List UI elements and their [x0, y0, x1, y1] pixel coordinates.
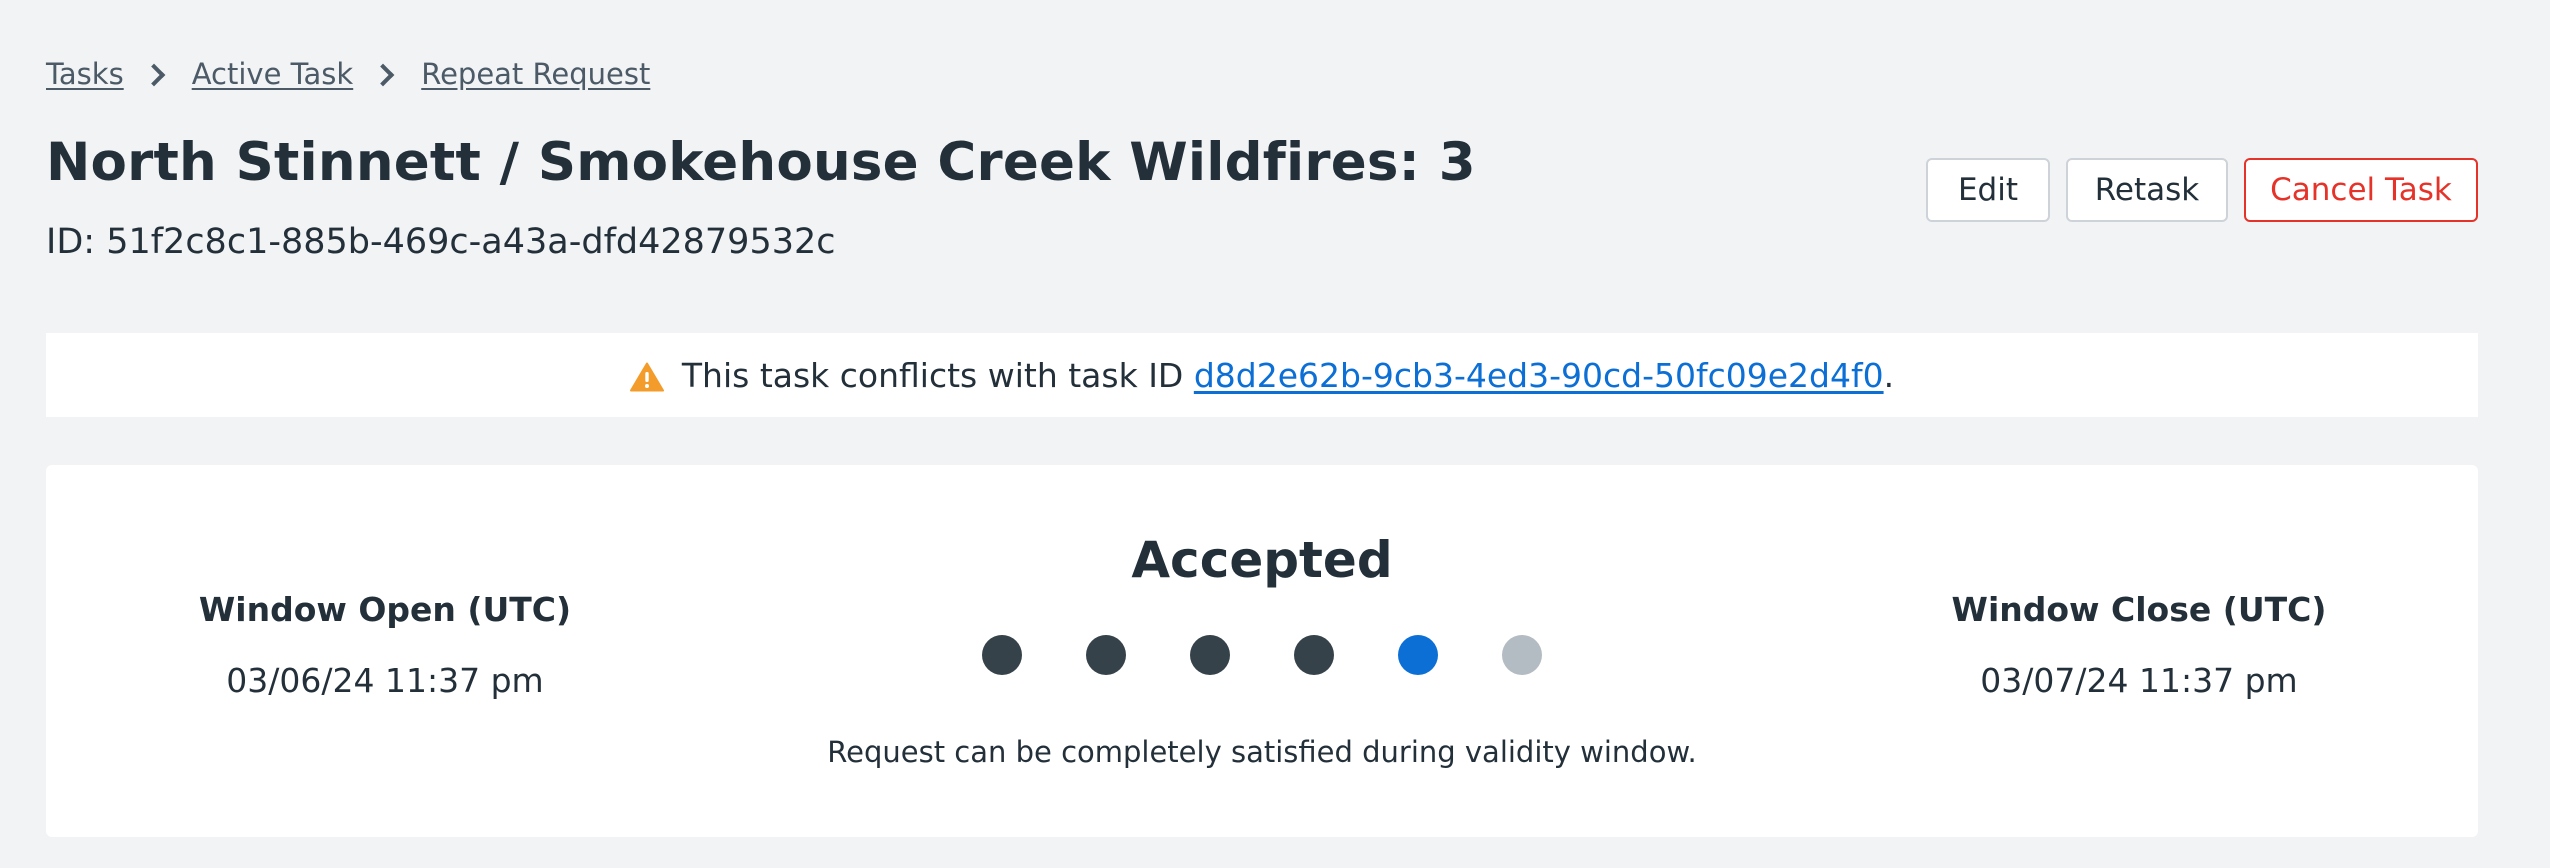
- status-stepper: [982, 635, 1542, 675]
- cancel-task-button[interactable]: Cancel Task: [2244, 158, 2478, 222]
- step-dot: [1086, 635, 1126, 675]
- status-title: Accepted: [1131, 531, 1393, 589]
- window-open: Window Open (UTC) 03/06/24 11:37 pm: [185, 590, 585, 700]
- step-dot: [1502, 635, 1542, 675]
- window-close-value: 03/07/24 11:37 pm: [1980, 661, 2298, 700]
- status-description: Request can be completely satisfied duri…: [827, 735, 1697, 769]
- step-dot: [1190, 635, 1230, 675]
- status-card: Window Open (UTC) 03/06/24 11:37 pm Acce…: [46, 465, 2478, 837]
- breadcrumb-tasks[interactable]: Tasks: [46, 57, 124, 91]
- page-title: North Stinnett / Smokehouse Creek Wildfi…: [46, 132, 1476, 193]
- step-dot: [1398, 635, 1438, 675]
- step-dot: [982, 635, 1022, 675]
- conflict-alert: This task conflicts with task ID d8d2e62…: [46, 333, 2478, 417]
- breadcrumb-repeat-request[interactable]: Repeat Request: [421, 57, 650, 91]
- task-id: ID: 51f2c8c1-885b-469c-a43a-dfd42879532c: [46, 222, 836, 262]
- window-open-label: Window Open (UTC): [198, 590, 572, 629]
- window-open-value: 03/06/24 11:37 pm: [226, 661, 544, 700]
- chevron-right-icon: [142, 63, 166, 87]
- breadcrumb-active-task[interactable]: Active Task: [192, 57, 354, 91]
- task-actions: Edit Retask Cancel Task: [1926, 158, 2478, 222]
- edit-button[interactable]: Edit: [1926, 158, 2050, 222]
- retask-button[interactable]: Retask: [2066, 158, 2228, 222]
- window-close: Window Close (UTC) 03/07/24 11:37 pm: [1939, 590, 2339, 700]
- window-close-label: Window Close (UTC): [1951, 590, 2327, 629]
- conflicting-task-link[interactable]: d8d2e62b-9cb3-4ed3-90cd-50fc09e2d4f0: [1194, 356, 1884, 395]
- step-dot: [1294, 635, 1334, 675]
- alert-text: This task conflicts with task ID: [681, 355, 1194, 395]
- chevron-right-icon: [371, 63, 395, 87]
- breadcrumb: Tasks Active Task Repeat Request: [46, 54, 650, 94]
- warning-icon: [629, 362, 664, 392]
- alert-text-end: .: [1883, 355, 1895, 395]
